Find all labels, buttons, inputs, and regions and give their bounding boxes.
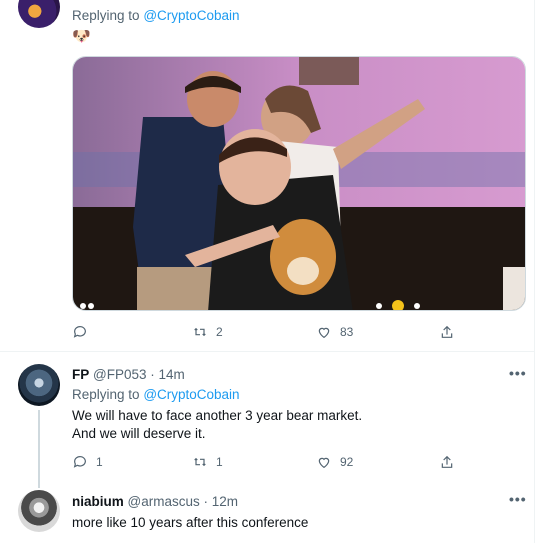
retweet-button[interactable]: 2 bbox=[192, 324, 223, 340]
more-icon[interactable]: ••• bbox=[509, 491, 527, 507]
tweet-header: FP @FP053 · 14m bbox=[72, 366, 185, 384]
retweet-button[interactable]: 1 bbox=[192, 454, 223, 470]
tweet-divider bbox=[0, 351, 535, 352]
user-handle[interactable]: @FP053 bbox=[93, 367, 146, 382]
like-icon bbox=[318, 327, 330, 339]
reply-icon bbox=[73, 326, 86, 338]
more-icon[interactable]: ••• bbox=[509, 365, 527, 381]
replying-to-label: Replying to bbox=[72, 387, 140, 402]
display-name[interactable]: FP bbox=[72, 367, 89, 382]
share-button[interactable] bbox=[439, 454, 455, 470]
user-handle[interactable]: @armascus bbox=[128, 494, 200, 509]
timeline: Replying to @CryptoCobain 🐶 2 83 FP @FP0… bbox=[0, 0, 535, 543]
tweet-media[interactable] bbox=[72, 56, 526, 311]
retweet-count: 1 bbox=[216, 455, 223, 469]
share-icon bbox=[441, 325, 453, 338]
avatar[interactable] bbox=[18, 0, 60, 28]
replying-to: Replying to @CryptoCobain bbox=[72, 7, 240, 25]
timestamp[interactable]: · 14m bbox=[150, 367, 185, 382]
tweet-header: niabium @armascus · 12m bbox=[72, 493, 238, 511]
reply-button[interactable]: 1 bbox=[72, 454, 103, 470]
like-icon bbox=[318, 457, 330, 469]
avatar[interactable] bbox=[18, 490, 60, 532]
reply-button[interactable] bbox=[72, 324, 96, 340]
tweet-text-line-2: And we will deserve it. bbox=[72, 426, 206, 441]
reply-handle-link[interactable]: @CryptoCobain bbox=[143, 387, 239, 402]
share-icon bbox=[441, 455, 453, 468]
reply-handle-link[interactable]: @CryptoCobain bbox=[143, 8, 239, 23]
meme-image bbox=[73, 57, 525, 310]
like-count: 83 bbox=[340, 325, 354, 339]
tweet-emoji: 🐶 bbox=[72, 28, 91, 45]
reply-count: 1 bbox=[96, 455, 103, 469]
avatar[interactable] bbox=[18, 364, 60, 406]
retweet-icon bbox=[194, 327, 206, 337]
thread-line bbox=[38, 410, 40, 488]
share-button[interactable] bbox=[439, 324, 455, 340]
retweet-count: 2 bbox=[216, 325, 223, 339]
reply-icon bbox=[73, 456, 86, 468]
display-name[interactable]: niabium bbox=[72, 494, 124, 509]
tweet-text-line-1: We will have to face another 3 year bear… bbox=[72, 408, 363, 423]
timestamp[interactable]: · 12m bbox=[204, 494, 239, 509]
replying-to-label: Replying to bbox=[72, 8, 140, 23]
tweet-text: more like 10 years after this conference bbox=[72, 515, 309, 530]
like-button[interactable]: 83 bbox=[316, 324, 353, 340]
retweet-icon bbox=[194, 457, 206, 467]
replying-to: Replying to @CryptoCobain bbox=[72, 386, 240, 404]
like-count: 92 bbox=[340, 455, 354, 469]
like-button[interactable]: 92 bbox=[316, 454, 353, 470]
